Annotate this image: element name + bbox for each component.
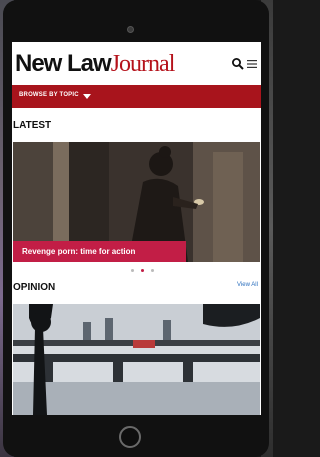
search-icon[interactable] [231, 57, 245, 71]
camera-icon [127, 26, 134, 33]
hamburger-menu-icon[interactable] [247, 59, 257, 69]
carousel-dot[interactable] [131, 269, 134, 272]
opinion-heading: OPINION [13, 282, 56, 293]
browse-by-topic-label: BROWSE BY TOPIC [19, 92, 79, 98]
logo-text-bold: New Law [15, 50, 112, 77]
site-logo[interactable]: New LawJournal [15, 50, 176, 78]
latest-heading: LATEST [13, 120, 52, 131]
caret-down-icon [83, 94, 91, 99]
opinion-image[interactable] [13, 304, 260, 415]
view-all-link[interactable]: View All [237, 282, 258, 288]
hero-caption[interactable]: Revenge porn: time for action [13, 241, 186, 262]
carousel-dot-active[interactable] [141, 269, 144, 272]
browse-by-topic-dropdown[interactable]: BROWSE BY TOPIC [12, 85, 261, 108]
logo-text-serif: Journal [110, 51, 176, 77]
carousel-dot[interactable] [151, 269, 154, 272]
header: New LawJournal [12, 50, 261, 80]
opinion-photo [13, 304, 260, 415]
home-button[interactable] [119, 426, 141, 448]
app-screen: New LawJournal BROWSE BY TOPIC LATEST Re… [12, 42, 261, 415]
